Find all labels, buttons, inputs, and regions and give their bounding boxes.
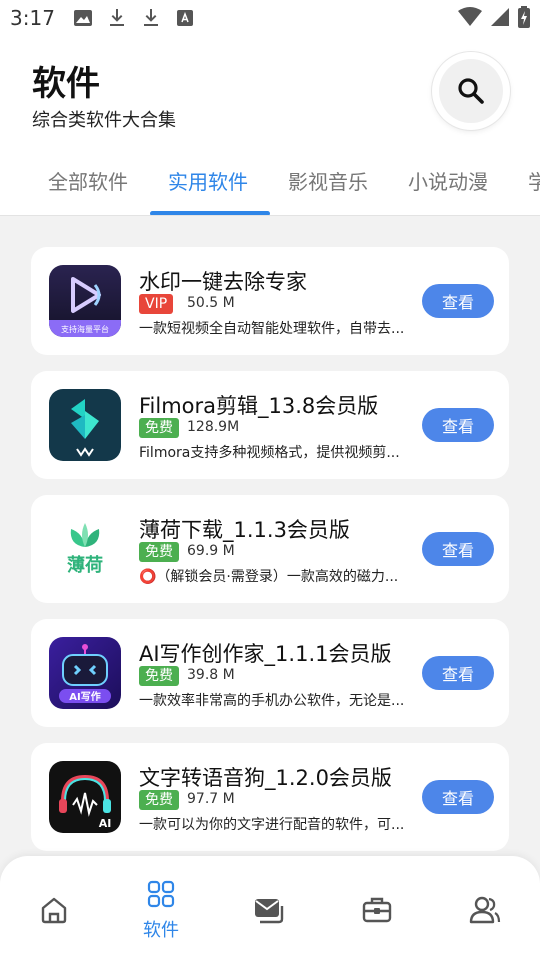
app-description: 一款效率非常高的手机办公软件，无论是... [139,693,405,709]
free-badge: 免费 [139,418,179,438]
app-list: 支持海量平台 水印一键去除专家 VIP 50.5 M 一款短视频全自动智能处理软… [31,247,509,867]
app-title: AI写作创作家_1.1.1会员版 [139,642,392,666]
nav-messages[interactable] [238,856,298,960]
vip-badge: VIP [139,294,174,314]
page-subtitle: 综合类软件大合集 [32,110,176,131]
filmora-app-icon [49,389,121,461]
status-time: 3:17 [10,6,55,30]
nav-software-label: 软件 [143,920,179,941]
app-size: 128.9M [187,419,240,435]
mint-app-icon: 薄荷 [49,513,121,585]
wifi-icon [458,7,482,31]
app-description: ⭕（解锁会员·需登录）一款高效的磁力... [139,569,399,585]
home-icon [41,897,67,924]
app-size: 69.9 M [187,543,235,559]
app-card[interactable]: 薄荷 薄荷下载_1.1.3会员版 免费 69.9 M ⭕（解锁会员·需登录）一款… [31,495,509,603]
tab-novel-anime[interactable]: 小说动漫 [408,166,488,195]
page-header: 软件 综合类软件大合集 全部软件 实用软件 影视音乐 小说动漫 学 [0,36,540,216]
tts-icon-label: AI [99,817,112,830]
status-notifications [73,8,195,28]
watermark-icon-label: 支持海量平台 [61,324,109,334]
view-button[interactable]: 查看 [422,780,494,814]
mail-icon [255,899,284,924]
apps-icon [147,880,175,908]
tts-app-icon: AI [49,761,121,833]
nav-tools[interactable] [347,856,407,960]
search-icon [458,78,484,104]
tab-study[interactable]: 学 [528,166,540,195]
view-button[interactable]: 查看 [422,532,494,566]
ai-writer-app-icon: AI写作 [49,637,121,709]
app-size: 39.8 M [187,667,235,683]
app-card[interactable]: Filmora剪辑_13.8会员版 免费 128.9M Filmora支持多种视… [31,371,509,479]
free-badge: 免费 [139,790,179,810]
mint-icon-label: 薄荷 [67,554,103,576]
nav-profile[interactable] [455,856,515,960]
signal-icon [490,7,510,31]
category-tabs: 全部软件 实用软件 影视音乐 小说动漫 学 [0,166,540,216]
page-title: 软件 [32,64,100,104]
status-system-icons [458,6,530,32]
download-icon [141,8,161,28]
bottom-navigation: 软件 [0,856,540,960]
app-size: 97.7 M [187,791,235,807]
watermark-app-icon: 支持海量平台 [49,265,121,337]
image-icon [73,8,93,28]
toolbox-icon [362,897,392,923]
download-icon [107,8,127,28]
app-size: 50.5 M [187,295,235,311]
status-bar: 3:17 [0,0,540,36]
app-card[interactable]: AI写作 AI写作创作家_1.1.1会员版 免费 39.8 M 一款效率非常高的… [31,619,509,727]
search-button[interactable] [432,52,510,130]
app-description: 一款短视频全自动智能处理软件，自带去... [139,321,405,337]
users-icon [469,896,501,924]
app-description: 一款可以为你的文字进行配音的软件，可... [139,817,405,833]
nav-software[interactable]: 软件 [131,856,191,960]
battery-icon [518,6,530,32]
tab-all[interactable]: 全部软件 [48,166,128,195]
app-description: Filmora支持多种视频格式，提供视频剪... [139,445,400,461]
nav-home[interactable] [24,856,84,960]
ai-writer-icon-label: AI写作 [69,690,100,703]
view-button[interactable]: 查看 [422,656,494,690]
view-button[interactable]: 查看 [422,284,494,318]
free-badge: 免费 [139,666,179,686]
tab-video-music[interactable]: 影视音乐 [288,166,368,195]
header-divider [0,215,540,216]
view-button[interactable]: 查看 [422,408,494,442]
app-title: Filmora剪辑_13.8会员版 [139,394,379,418]
app-title: 薄荷下载_1.1.3会员版 [139,518,350,542]
free-badge: 免费 [139,542,179,562]
app-title: 文字转语音狗_1.2.0会员版 [139,766,392,790]
font-icon [175,8,195,28]
app-title: 水印一键去除专家 [139,270,307,294]
app-card[interactable]: AI 文字转语音狗_1.2.0会员版 免费 97.7 M 一款可以为你的文字进行… [31,743,509,851]
tab-utility[interactable]: 实用软件 [168,166,248,195]
app-card[interactable]: 支持海量平台 水印一键去除专家 VIP 50.5 M 一款短视频全自动智能处理软… [31,247,509,355]
